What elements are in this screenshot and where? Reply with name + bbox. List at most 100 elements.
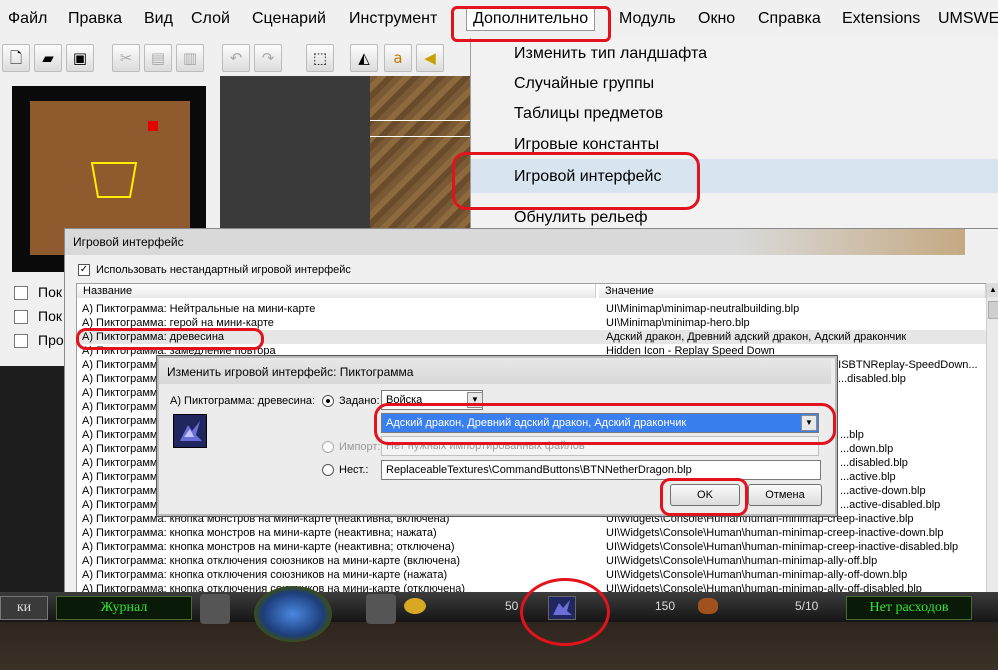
redo-icon[interactable]: ↷: [254, 44, 282, 72]
row-value: UI\Widgets\Console\Human\human-minimap-a…: [606, 569, 908, 581]
annotation-ok-button: [660, 478, 748, 516]
annotation-lumber-icon: [520, 578, 610, 646]
row-name: А) Пиктограмма: [82, 401, 164, 413]
row-name: А) Пиктограмма: [82, 429, 164, 441]
food-icon: [698, 598, 718, 614]
row-name: А) Пиктограмма: кнопка монстров на мини-…: [82, 527, 437, 539]
subdialog-titlebar: Изменить игровой интерфейс: Пиктограмма: [159, 358, 831, 384]
camera-bounds-outline: [90, 162, 138, 198]
table-row[interactable]: А) Пиктограмма: Нейтральные на мини-карт…: [78, 302, 986, 316]
menu-scenario[interactable]: Сценарий: [252, 10, 326, 28]
row-value: UI\Minimap\minimap-neutralbuilding.blp: [606, 303, 800, 315]
checkbox-2[interactable]: [14, 310, 28, 324]
annotation-menu-advanced: [451, 6, 611, 42]
checkbox-3[interactable]: [14, 334, 28, 348]
menu-layer[interactable]: Слой: [191, 10, 230, 28]
checkbox-1[interactable]: [14, 286, 28, 300]
menu-module[interactable]: Модуль: [619, 10, 676, 28]
day-night-right-icon: [366, 594, 396, 624]
menu-umswe[interactable]: UMSWE: [938, 10, 998, 28]
custom-path-value: ReplaceableTextures\CommandButtons\BTNNe…: [386, 464, 692, 476]
row-name: А) Пиктограмма: кнопка отключения союзни…: [82, 569, 448, 581]
time-of-day-orb-icon: [254, 586, 332, 642]
menu-item-item-tables[interactable]: Таблицы предметов: [514, 105, 663, 123]
menu-tools[interactable]: Инструмент: [349, 10, 437, 28]
menu-help[interactable]: Справка: [758, 10, 821, 28]
row-value: ...disabled.blp: [838, 373, 906, 385]
table-row[interactable]: А) Пиктограмма: кнопка отключения союзни…: [78, 554, 986, 568]
row-value: ...disabled.blp: [840, 457, 908, 469]
list-scrollbar[interactable]: ▲: [986, 283, 998, 595]
table-row[interactable]: А) Пиктограмма: кнопка монстров на мини-…: [78, 540, 986, 554]
checkbox-3-label: Про: [38, 332, 64, 348]
menu-file[interactable]: Файл: [8, 10, 47, 28]
table-row[interactable]: А) Пиктограмма: кнопка отключения союзни…: [78, 568, 986, 582]
menu-item-random-groups[interactable]: Случайные группы: [514, 75, 654, 93]
table-row[interactable]: А) Пиктограмма: кнопка монстров на мини-…: [78, 526, 986, 540]
upkeep-status: Нет расходов: [846, 596, 972, 620]
undo-icon[interactable]: ↶: [222, 44, 250, 72]
menu-stub-button[interactable]: ки: [0, 596, 48, 620]
use-custom-checkbox[interactable]: ✓: [78, 264, 90, 276]
toolbar: 🗋 ▰ ▣ ✂ ▤ ▥ ↶ ↷ ⬚ ◭ a ◀: [0, 40, 470, 76]
row-value: UI\Widgets\Console\Human\human-minimap-c…: [606, 541, 959, 553]
custom-path-input[interactable]: ReplaceableTextures\CommandButtons\BTNNe…: [381, 460, 821, 480]
menu-view[interactable]: Вид: [144, 10, 173, 28]
doodad-icon[interactable]: a: [384, 44, 412, 72]
subdialog-title: Изменить игровой интерфейс: Пиктограмма: [167, 365, 414, 379]
row-name: А) Пиктограмма: кнопка монстров на мини-…: [82, 541, 455, 553]
select-icon[interactable]: ⬚: [306, 44, 334, 72]
menu-extensions[interactable]: Extensions: [842, 10, 920, 28]
palette-divider: [370, 136, 470, 137]
menu-edit[interactable]: Правка: [68, 10, 122, 28]
row-value: ...active-down.blp: [840, 485, 926, 497]
field-label: А) Пиктограмма: древесина:: [170, 395, 316, 407]
food-amount: 5/10: [795, 599, 819, 613]
annotation-selected-row: [76, 328, 264, 350]
row-value: ...\DISBTNReplay-SpeedDown...: [818, 359, 978, 371]
palette-divider: [370, 120, 470, 121]
copy-icon[interactable]: ▤: [144, 44, 172, 72]
day-night-left-icon: [200, 594, 230, 624]
row-name: А) Пиктограмма: [82, 499, 164, 511]
row-value: ...active-disabled.blp: [840, 499, 941, 511]
row-value: ...down.blp: [840, 443, 894, 455]
radio-preset[interactable]: [322, 395, 334, 407]
scroll-up-icon[interactable]: ▲: [987, 283, 998, 297]
journal-button[interactable]: Журнал: [56, 596, 192, 620]
checkbox-2-label: Пок: [38, 308, 62, 324]
new-file-icon[interactable]: 🗋: [2, 44, 30, 72]
scroll-thumb[interactable]: [988, 301, 998, 319]
cut-icon[interactable]: ✂: [112, 44, 140, 72]
gold-icon: [404, 598, 426, 614]
row-value: Адский дракон, Древний адский дракон, Ад…: [606, 331, 907, 343]
lumber-amount: 150: [655, 599, 676, 613]
cancel-button[interactable]: Отмена: [748, 484, 822, 506]
row-name: А) Пиктограмма: [82, 471, 164, 483]
row-value: UI\Minimap\minimap-hero.blp: [606, 317, 750, 329]
open-folder-icon[interactable]: ▰: [34, 44, 62, 72]
sound-icon[interactable]: ◀: [416, 44, 444, 72]
column-header-name[interactable]: Название: [77, 284, 596, 298]
paste-icon[interactable]: ▥: [176, 44, 204, 72]
row-name: А) Пиктограмма: кнопка отключения союзни…: [82, 555, 460, 567]
row-name: А) Пиктограмма: [82, 387, 164, 399]
row-name: А) Пиктограмма: [82, 415, 164, 427]
gold-amount: 50: [505, 599, 519, 613]
menu-item-reset-terrain[interactable]: Обнулить рельеф: [514, 209, 647, 227]
player-start-marker: [148, 121, 158, 131]
terrain-icon[interactable]: ◭: [350, 44, 378, 72]
radio-import-label: Импорт:: [339, 441, 381, 453]
nether-dragon-icon: [173, 414, 207, 448]
radio-custom[interactable]: [322, 464, 334, 476]
dialog-title: Игровой интерфейс: [73, 235, 184, 249]
column-header-value[interactable]: Значение: [599, 284, 986, 298]
row-name: А) Пиктограмма: Нейтральные на мини-карт…: [82, 303, 316, 315]
game-ui-ground: [0, 622, 998, 670]
annotation-unit-select: [374, 403, 836, 445]
menu-item-change-tileset[interactable]: Изменить тип ландшафта: [514, 45, 707, 63]
row-value: ...blp: [840, 429, 864, 441]
radio-import[interactable]: [322, 441, 334, 453]
menu-window[interactable]: Окно: [698, 10, 735, 28]
save-icon[interactable]: ▣: [66, 44, 94, 72]
